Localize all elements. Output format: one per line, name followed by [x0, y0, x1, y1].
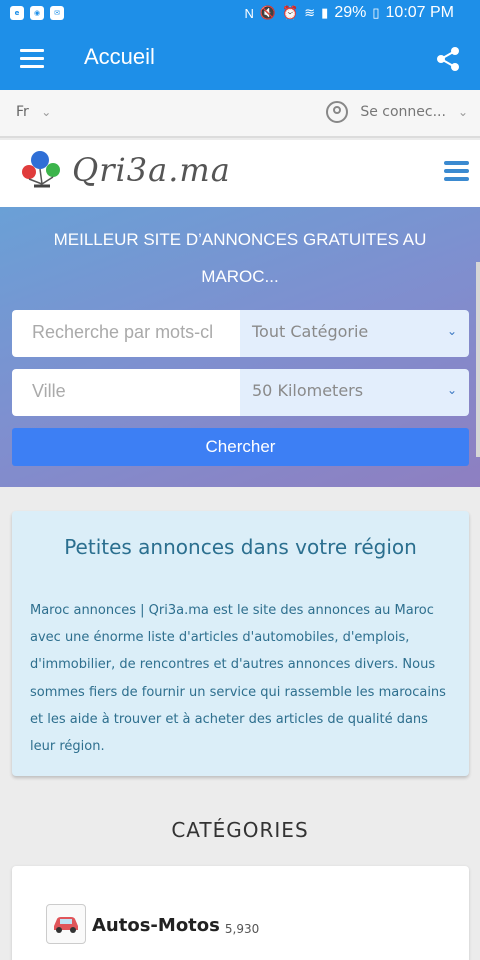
hero-title: MEILLEUR SITE D’ANNONCES GRATUITES AU MA… — [53, 230, 427, 286]
category-item[interactable]: Autos-Motos 5,930 — [46, 904, 259, 944]
mail-icon: ✉ — [50, 6, 64, 20]
alarm-icon: ⏰ — [282, 5, 299, 20]
messenger-icon: ◉ — [30, 6, 44, 20]
site-logo[interactable]: Qri3a.ma — [20, 148, 231, 192]
info-title: Petites annonces dans votre région — [64, 535, 417, 559]
category-select[interactable]: Tout Catégorie ⌄ — [240, 310, 469, 357]
notification-icons: e ◉ ✉ — [10, 6, 64, 20]
chevron-down-icon: ⌄ — [446, 324, 457, 338]
hero-search: MEILLEUR SITE D’ANNONCES GRATUITES AU MA… — [0, 207, 480, 487]
battery-percent: 29% — [334, 4, 367, 21]
ebay-icon: e — [10, 6, 24, 20]
clock: 10:07 PM — [385, 4, 454, 21]
user-icon — [326, 101, 349, 123]
chevron-down-icon: ⌄ — [41, 105, 52, 119]
share-icon[interactable] — [434, 45, 462, 73]
info-text: Maroc annonces | Qri3a.ma est le site de… — [30, 603, 446, 755]
battery-icon: ▯ — [372, 5, 380, 20]
keyword-search-input[interactable]: Recherche par mots-cl — [12, 310, 240, 357]
language-selector[interactable]: Fr ⌄ — [16, 104, 51, 120]
distance-select-value: 50 Kilometers — [252, 381, 364, 400]
login-dropdown[interactable]: Se connec... ⌄ — [326, 101, 468, 123]
car-icon — [46, 904, 86, 944]
site-header: Qri3a.ma — [0, 140, 480, 207]
app-bar: Accueil — [0, 28, 480, 90]
mute-icon: 🔇 — [259, 5, 277, 20]
search-row-keywords: Recherche par mots-cl Tout Catégorie ⌄ — [12, 310, 469, 357]
chevron-down-icon: ⌄ — [457, 105, 468, 119]
search-row-location: Ville 50 Kilometers ⌄ — [12, 369, 469, 416]
distance-select[interactable]: 50 Kilometers ⌄ — [240, 369, 469, 416]
language-label: Fr — [16, 104, 29, 120]
balloons-icon — [22, 151, 60, 188]
nfc-icon: N — [244, 5, 254, 21]
city-input[interactable]: Ville — [12, 369, 240, 416]
wifi-icon: ≋ — [304, 5, 316, 20]
signal-icon: ▮ — [321, 5, 329, 20]
category-count: 5,930 — [224, 922, 260, 936]
scrollbar[interactable] — [476, 262, 480, 457]
categories-heading: CATÉGORIES — [171, 818, 309, 842]
category-name: Autos-Motos — [92, 915, 220, 936]
info-card: Petites annonces dans votre région Maroc… — [12, 511, 469, 776]
site-menu-icon[interactable] — [444, 161, 469, 185]
language-login-bar: Fr ⌄ Se connec... ⌄ — [0, 90, 480, 138]
logo-text: Qri3a.ma — [72, 151, 231, 189]
status-bar: e ◉ ✉ N 🔇 ⏰ ≋ ▮ 29% ▯ 10:07 PM — [0, 0, 480, 28]
app-title: Accueil — [84, 44, 155, 69]
category-select-value: Tout Catégorie — [252, 322, 369, 341]
hamburger-menu-icon[interactable] — [20, 49, 44, 69]
system-icons: N 🔇 ⏰ ≋ ▮ 29% ▯ 10:07 PM — [245, 4, 455, 22]
categories-card: Autos-Motos 5,930 — [12, 866, 469, 960]
chevron-down-icon: ⌄ — [446, 383, 457, 397]
search-button[interactable]: Chercher — [12, 428, 469, 466]
login-label: Se connec... — [360, 104, 446, 120]
